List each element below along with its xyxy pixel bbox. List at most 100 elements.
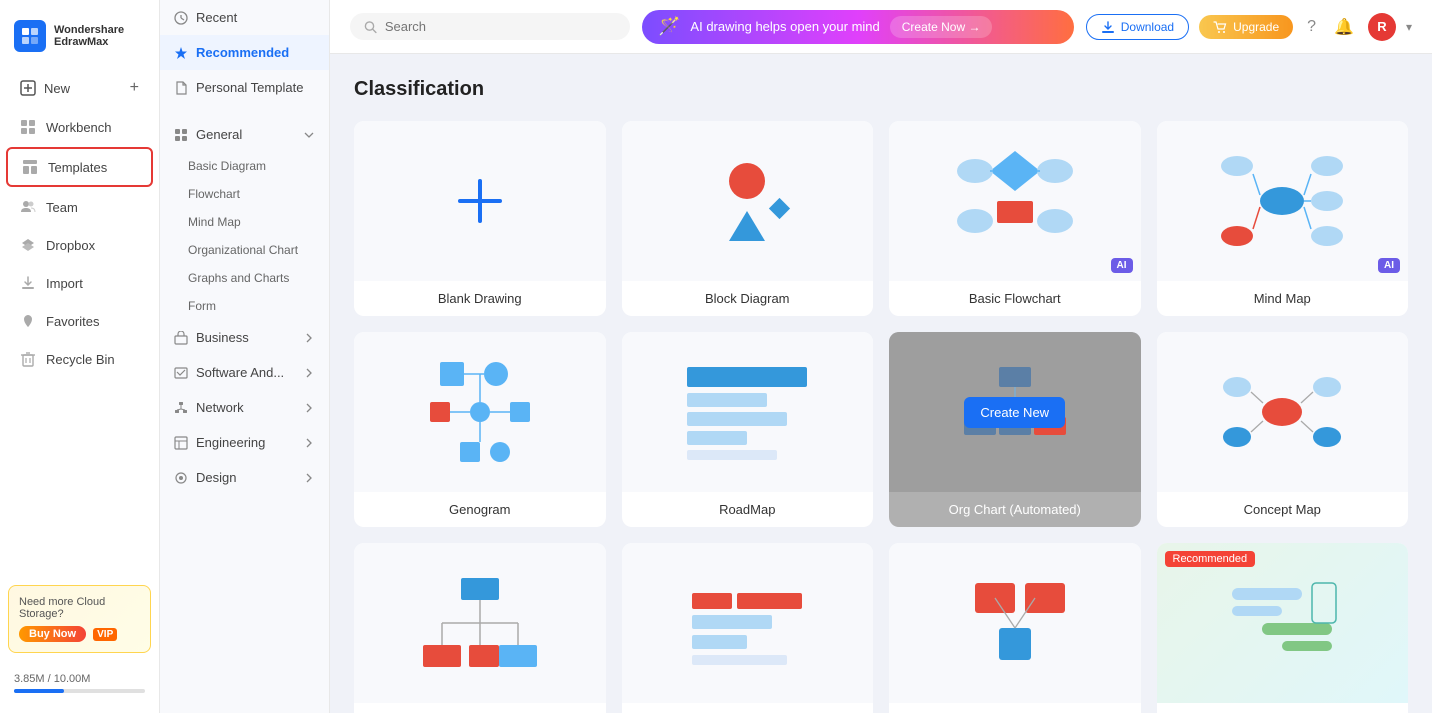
dropbox-icon [20,237,36,253]
mid-item-recommended[interactable]: Recommended [160,35,329,70]
card-basic-flowchart-img: AI [889,121,1141,281]
mid-sub-form[interactable]: Form [160,292,329,320]
sidebar-item-recycle-bin[interactable]: Recycle Bin [6,341,153,377]
business-label: Business [196,330,249,345]
sidebar-item-dropbox[interactable]: Dropbox [6,227,153,263]
favorites-icon [20,313,36,329]
ai-create-now-button[interactable]: Create Now → [890,16,993,38]
card-concept-map[interactable]: Concept Map [1157,332,1409,527]
ai-drawing-banner[interactable]: 🪄 AI drawing helps open your mind Create… [642,10,1074,44]
card-basic-flowchart[interactable]: AI Basic Flowchart [889,121,1141,316]
team-icon [20,199,36,215]
sidebar-item-team[interactable]: Team [6,189,153,225]
mid-group-software[interactable]: Software And... [160,355,329,390]
card-tree[interactable] [354,543,606,713]
mid-sub-mind-map[interactable]: Mind Map [160,208,329,236]
card-blank-drawing-img [354,121,606,281]
new-button[interactable]: New + [6,69,153,107]
personal-template-label: Personal Template [196,80,303,95]
user-dropdown-arrow[interactable]: ▾ [1406,20,1412,34]
ai-badge-mindmap: AI [1378,258,1400,273]
mid-group-network[interactable]: Network [160,390,329,425]
search-icon [364,20,377,34]
mid-group-business[interactable]: Business [160,320,329,355]
card-folder[interactable] [889,543,1141,713]
upgrade-label: Upgrade [1233,20,1279,34]
sidebar-item-templates[interactable]: Templates [6,147,153,187]
app-logo-icon [14,20,46,52]
card-tree-label [354,703,606,713]
mid-sub-graphs-charts[interactable]: Graphs and Charts [160,264,329,292]
genogram-illustration [410,352,550,472]
download-button[interactable]: Download [1086,14,1189,40]
mid-sub-basic-diagram[interactable]: Basic Diagram [160,152,329,180]
star-icon [174,46,188,60]
content-area: Classification Blank Drawing [330,54,1432,713]
card-folder-img [889,543,1141,703]
block-diagram-illustration [687,151,807,251]
card-genogram[interactable]: Genogram [354,332,606,527]
card-genogram-img [354,332,606,492]
storage-bar [14,689,145,693]
card-recommended-preview-label [1157,703,1409,713]
upgrade-button[interactable]: Upgrade [1199,15,1293,39]
mid-item-personal-template[interactable]: Personal Template [160,70,329,105]
engineering-label: Engineering [196,435,265,450]
new-icon [20,80,36,96]
user-avatar[interactable]: R [1368,13,1396,41]
import-label: Import [46,276,83,291]
general-icon [174,128,188,142]
card-block-diagram-label: Block Diagram [622,281,874,316]
card-blank-drawing-label: Blank Drawing [354,281,606,316]
create-new-button[interactable]: Create New [964,397,1065,428]
left-sidebar: Wondershare EdrawMax New + Workbench Tem… [0,0,160,713]
cart-icon [1213,20,1227,34]
mid-sidebar: Recent Recommended Personal Template Gen… [160,0,330,713]
new-label: New [44,81,70,96]
mid-group-general[interactable]: General [160,117,329,152]
search-box[interactable] [350,13,630,40]
card-roadmap[interactable]: RoadMap [622,332,874,527]
mid-sub-org-chart[interactable]: Organizational Chart [160,236,329,264]
mid-group-engineering[interactable]: Engineering [160,425,329,460]
card-org-chart-auto-img: Create New [889,332,1141,492]
search-input[interactable] [385,19,616,34]
sidebar-item-workbench[interactable]: Workbench [6,109,153,145]
workbench-icon [20,119,36,135]
conceptmap-illustration [1217,357,1347,467]
engineering-icon [174,436,188,450]
card-org-chart-auto[interactable]: Create New Org Chart (Automated) [889,332,1141,527]
card-concept-map-label: Concept Map [1157,492,1409,527]
team-label: Team [46,200,78,215]
flowchart-illustration [950,141,1080,261]
vip-badge: VIP [93,628,117,641]
chevron-right-icon-software [303,367,315,379]
sidebar-item-favorites[interactable]: Favorites [6,303,153,339]
create-new-overlay: Create New [889,332,1141,492]
logo-area: Wondershare EdrawMax [0,12,159,68]
mid-group-design[interactable]: Design [160,460,329,495]
clock-icon [174,11,188,25]
storage-label: 3.85M / 10.00M [14,673,145,685]
main-content: 🪄 AI drawing helps open your mind Create… [330,0,1432,713]
templates-label: Templates [48,160,107,175]
mid-item-recent[interactable]: Recent [160,0,329,35]
card-recommended-preview[interactable]: Recommended [1157,543,1409,713]
card-roadmap-img [622,332,874,492]
download-label: Download [1121,20,1174,34]
chevron-right-icon-engineering [303,437,315,449]
buy-now-button[interactable]: Buy Now VIP [19,620,140,642]
mid-sub-flowchart[interactable]: Flowchart [160,180,329,208]
card-bar[interactable] [622,543,874,713]
dropbox-label: Dropbox [46,238,95,253]
ai-banner-icon: 🪄 [658,16,680,37]
card-block-diagram[interactable]: Block Diagram [622,121,874,316]
card-mind-map[interactable]: AI Mind Map [1157,121,1409,316]
blank-drawing-illustration [450,171,510,231]
help-icon[interactable]: ? [1303,14,1320,40]
chevron-right-icon-design [303,472,315,484]
notification-icon[interactable]: 🔔 [1330,13,1358,41]
card-blank-drawing[interactable]: Blank Drawing [354,121,606,316]
sidebar-item-import[interactable]: Import [6,265,153,301]
mindmap-illustration [1212,141,1352,261]
